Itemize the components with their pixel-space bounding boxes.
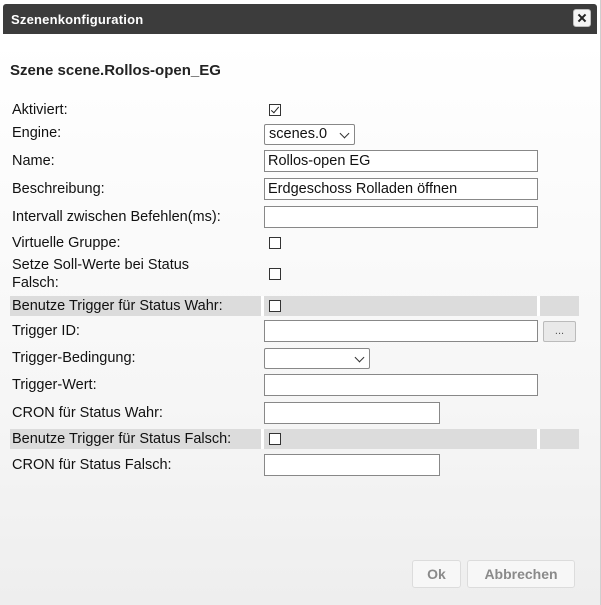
beschreibung-input[interactable] xyxy=(264,178,538,200)
cron-falsch-label: CRON für Status Falsch: xyxy=(12,457,172,473)
aktiviert-checkbox[interactable] xyxy=(269,104,281,116)
engine-select-value: scenes.0 xyxy=(269,126,328,142)
trigger-id-label: Trigger ID: xyxy=(12,323,80,339)
close-icon[interactable] xyxy=(573,9,591,27)
trigger-id-browse-button[interactable]: ... xyxy=(543,321,576,342)
beschreibung-label: Beschreibung: xyxy=(12,181,105,197)
cron-wahr-label: CRON für Status Wahr: xyxy=(12,405,163,421)
trigger-falsch-label: Benutze Trigger für Status Falsch: xyxy=(12,431,232,447)
trigger-wahr-checkbox[interactable] xyxy=(269,300,281,312)
aktiviert-label: Aktiviert: xyxy=(12,102,68,118)
name-input[interactable] xyxy=(264,150,538,172)
setze-soll-checkbox[interactable] xyxy=(269,268,281,280)
engine-select[interactable]: scenes.0 xyxy=(264,124,355,145)
ok-button[interactable]: Ok xyxy=(412,560,461,588)
virtuelle-gruppe-label: Virtuelle Gruppe: xyxy=(12,235,121,251)
cron-falsch-input[interactable] xyxy=(264,454,440,476)
engine-label: Engine: xyxy=(12,125,62,141)
trigger-bedingung-select[interactable] xyxy=(264,348,370,369)
trigger-wert-input[interactable] xyxy=(264,374,538,396)
intervall-input[interactable] xyxy=(264,206,538,228)
name-label: Name: xyxy=(12,153,55,169)
trigger-id-input[interactable] xyxy=(264,320,538,342)
virtuelle-gruppe-checkbox[interactable] xyxy=(269,237,281,249)
scene-config-dialog: Szenenkonfiguration Szene scene.Rollos-o… xyxy=(0,0,601,605)
scene-title: Szene scene.Rollos-open_EG xyxy=(10,62,221,79)
trigger-falsch-checkbox[interactable] xyxy=(269,433,281,445)
trigger-bedingung-label: Trigger-Bedingung: xyxy=(12,350,136,366)
cron-wahr-input[interactable] xyxy=(264,402,440,424)
chevron-down-icon xyxy=(339,128,350,139)
dialog-title: Szenenkonfiguration xyxy=(11,12,144,27)
trigger-wahr-label: Benutze Trigger für Status Wahr: xyxy=(12,298,223,314)
intervall-label: Intervall zwischen Befehlen(ms): xyxy=(12,209,221,225)
setze-soll-label-line2: Falsch: xyxy=(12,275,59,291)
trigger-wert-label: Trigger-Wert: xyxy=(12,377,97,393)
chevron-down-icon xyxy=(354,352,365,363)
dialog-titlebar[interactable]: Szenenkonfiguration xyxy=(3,4,597,34)
cancel-button[interactable]: Abbrechen xyxy=(467,560,575,588)
setze-soll-label-line1: Setze Soll-Werte bei Status xyxy=(12,257,190,273)
